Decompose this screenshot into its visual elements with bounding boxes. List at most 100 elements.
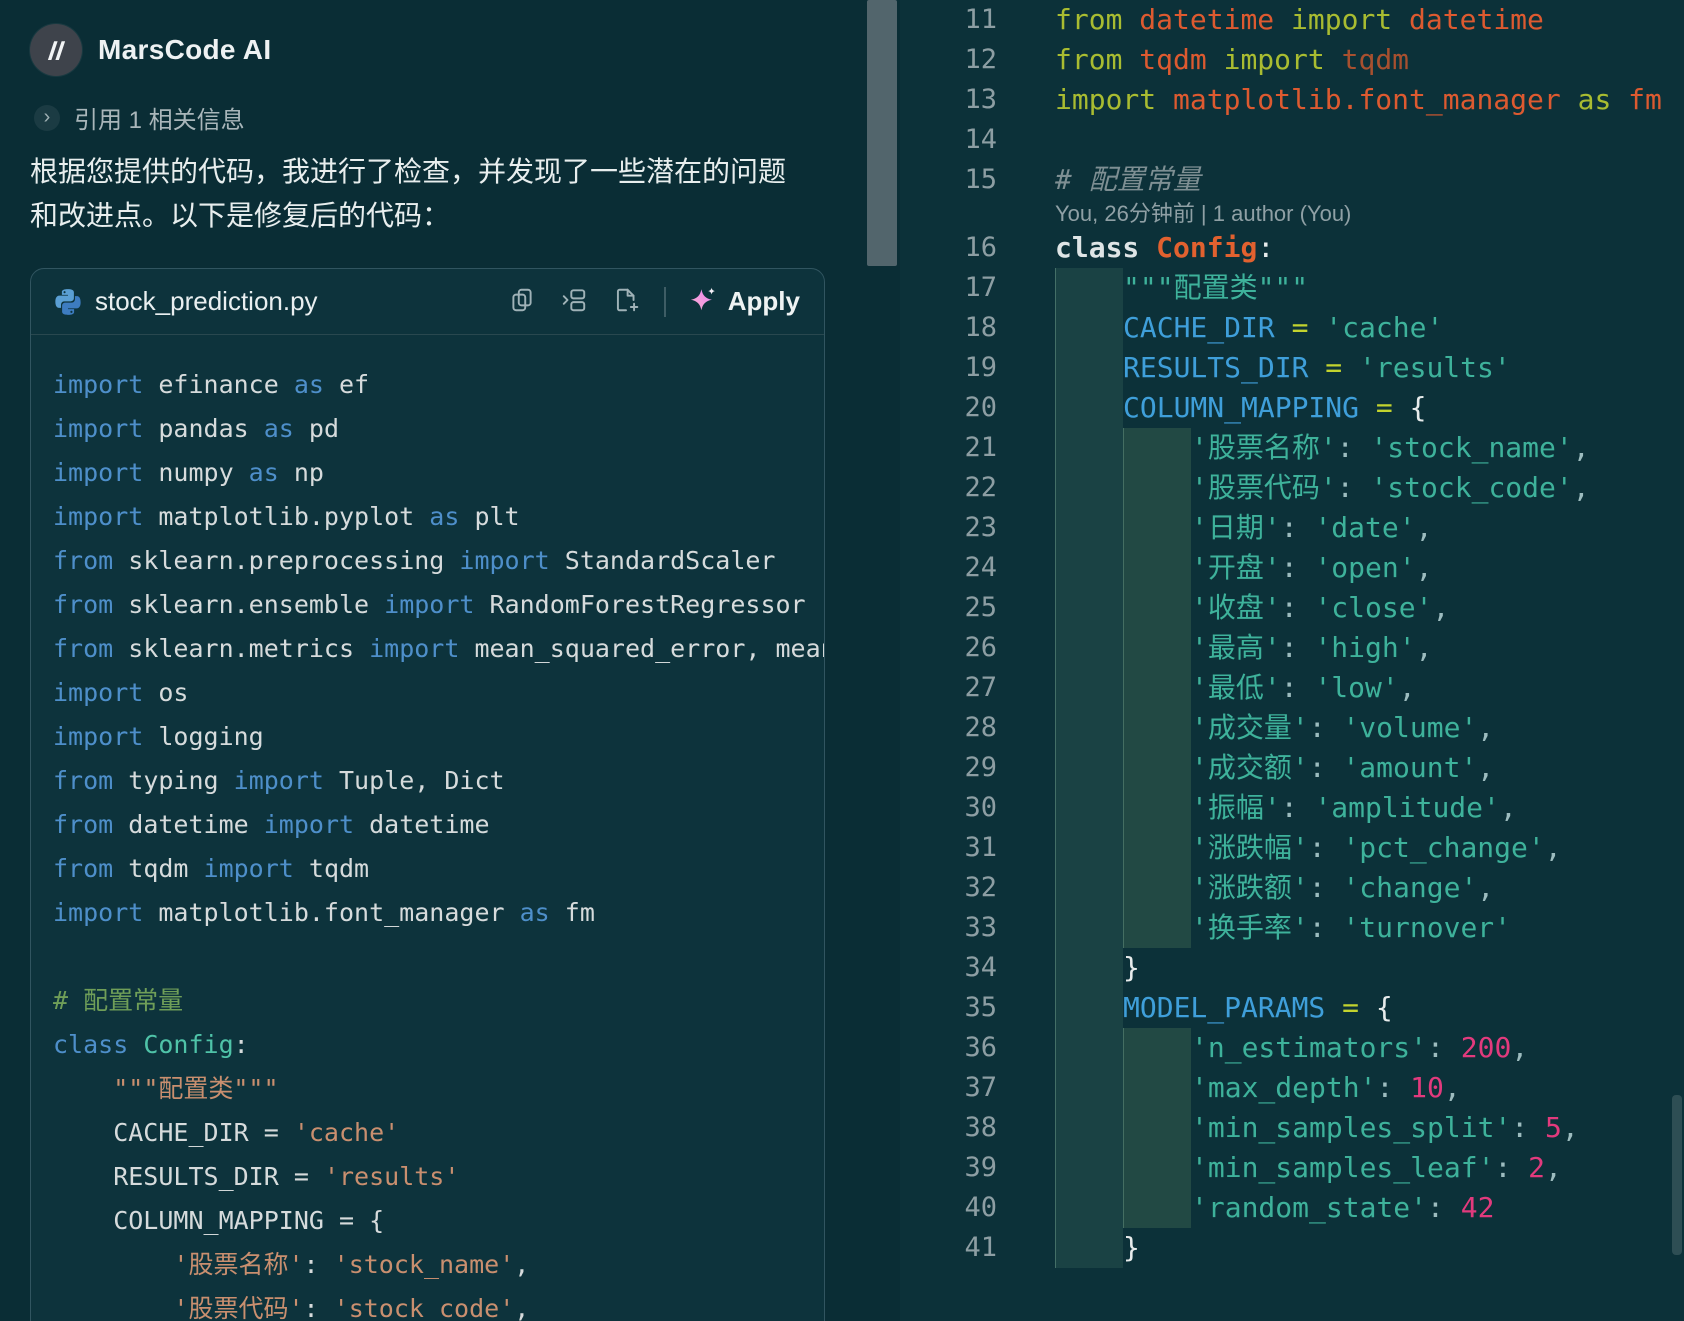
indent-guide: [1055, 1148, 1123, 1188]
insert-into-editor-button[interactable]: [560, 286, 588, 317]
editor-line: 36'n_estimators': 200,: [900, 1028, 1684, 1068]
indent-guide: [1123, 1108, 1191, 1148]
indent-guide: [1055, 748, 1123, 788]
editor-line: 29'成交额': 'amount',: [900, 748, 1684, 788]
copy-button[interactable]: [508, 286, 536, 317]
indent-guide: [1055, 548, 1123, 588]
line-number[interactable]: 31: [900, 828, 1055, 868]
line-number[interactable]: 32: [900, 868, 1055, 908]
editor-line: 28'成交量': 'volume',: [900, 708, 1684, 748]
apply-button[interactable]: Apply: [688, 285, 800, 318]
chat-scrollbar[interactable]: [867, 0, 897, 266]
line-number[interactable]: 35: [900, 988, 1055, 1028]
code-line: import numpy as np: [53, 451, 824, 495]
python-file-icon: [53, 287, 83, 317]
editor-line: 20COLUMN_MAPPING = {: [900, 388, 1684, 428]
line-number[interactable]: 33: [900, 908, 1055, 948]
editor-line: 11from datetime import datetime: [900, 0, 1684, 40]
editor-line: 12from tqdm import tqdm: [900, 40, 1684, 80]
editor-scrollbar[interactable]: [1672, 1095, 1682, 1255]
code-line: class Config:: [53, 1023, 824, 1067]
line-number[interactable]: 15: [900, 160, 1055, 200]
indent-guide: [1123, 748, 1191, 788]
indent-guide: [1123, 868, 1191, 908]
code-line: RESULTS_DIR = 'results': [53, 1155, 824, 1199]
editor-line: 31'涨跌幅': 'pct_change',: [900, 828, 1684, 868]
insert-into-editor-icon: [560, 286, 588, 317]
line-number[interactable]: 26: [900, 628, 1055, 668]
editor-line: 24'开盘': 'open',: [900, 548, 1684, 588]
code-line: CACHE_DIR = 'cache': [53, 1111, 824, 1155]
line-number[interactable]: 22: [900, 468, 1055, 508]
line-number[interactable]: 29: [900, 748, 1055, 788]
assistant-header: MarsCode AI: [30, 24, 271, 76]
line-number[interactable]: 18: [900, 308, 1055, 348]
citation-toggle[interactable]: › 引用 1 相关信息: [34, 100, 245, 135]
line-number[interactable]: 16: [900, 228, 1055, 268]
line-number[interactable]: 14: [900, 120, 1055, 160]
line-number[interactable]: 25: [900, 588, 1055, 628]
line-number[interactable]: 19: [900, 348, 1055, 388]
indent-guide: [1123, 428, 1191, 468]
code-line: [53, 935, 824, 979]
code-line: from sklearn.metrics import mean_squared…: [53, 627, 824, 671]
editor-line: 39'min_samples_leaf': 2,: [900, 1148, 1684, 1188]
line-number[interactable]: 28: [900, 708, 1055, 748]
citation-label: 引用 1 相关信息: [74, 100, 245, 135]
editor-line: 23'日期': 'date',: [900, 508, 1684, 548]
indent-guide: [1123, 908, 1191, 948]
indent-guide: [1055, 1108, 1123, 1148]
line-number[interactable]: 13: [900, 80, 1055, 120]
indent-guide: [1055, 988, 1123, 1028]
line-number[interactable]: 23: [900, 508, 1055, 548]
line-number[interactable]: 39: [900, 1148, 1055, 1188]
code-line: import os: [53, 671, 824, 715]
line-number[interactable]: 24: [900, 548, 1055, 588]
indent-guide: [1055, 908, 1123, 948]
code-line: COLUMN_MAPPING = {: [53, 1199, 824, 1243]
indent-guide: [1123, 828, 1191, 868]
indent-guide: [1055, 668, 1123, 708]
line-number[interactable]: 41: [900, 1228, 1055, 1268]
indent-guide: [1055, 388, 1123, 428]
code-line: import efinance as ef: [53, 363, 824, 407]
line-number[interactable]: 38: [900, 1108, 1055, 1148]
assistant-message: 根据您提供的代码，我进行了检查，并发现了一些潜在的问题和改进点。以下是修复后的代…: [30, 150, 800, 238]
line-number[interactable]: 34: [900, 948, 1055, 988]
line-number[interactable]: 17: [900, 268, 1055, 308]
git-blame-annotation: You, 26分钟前 | 1 author (You): [1055, 200, 1684, 228]
editor-line: 32'涨跌额': 'change',: [900, 868, 1684, 908]
editor-line: 34}: [900, 948, 1684, 988]
indent-guide: [1055, 788, 1123, 828]
line-number[interactable]: 11: [900, 0, 1055, 40]
create-file-button[interactable]: [612, 286, 640, 317]
indent-guide: [1055, 268, 1123, 308]
line-number[interactable]: 36: [900, 1028, 1055, 1068]
editor-line: 35MODEL_PARAMS = {: [900, 988, 1684, 1028]
code-line: """配置类""": [53, 1067, 824, 1111]
code-line: from sklearn.ensemble import RandomFores…: [53, 583, 824, 627]
editor-line: 13import matplotlib.font_manager as fm: [900, 80, 1684, 120]
indent-guide: [1123, 628, 1191, 668]
editor-line: 15# 配置常量: [900, 160, 1684, 200]
line-number[interactable]: 40: [900, 1188, 1055, 1228]
line-number[interactable]: 37: [900, 1068, 1055, 1108]
editor-line: 21'股票名称': 'stock_name',: [900, 428, 1684, 468]
copy-icon: [508, 286, 536, 317]
line-number[interactable]: 21: [900, 428, 1055, 468]
line-number[interactable]: 27: [900, 668, 1055, 708]
line-number[interactable]: 12: [900, 40, 1055, 80]
indent-guide: [1055, 828, 1123, 868]
chat-code-content: import efinance as efimport pandas as pd…: [31, 335, 824, 1321]
indent-guide: [1123, 508, 1191, 548]
code-block-filename: stock_prediction.py: [95, 286, 318, 317]
line-number[interactable]: 30: [900, 788, 1055, 828]
indent-guide: [1055, 1028, 1123, 1068]
indent-guide: [1123, 668, 1191, 708]
editor-line: 41}: [900, 1228, 1684, 1268]
indent-guide: [1123, 588, 1191, 628]
editor-line: 17"""配置类""": [900, 268, 1684, 308]
code-line: from typing import Tuple, Dict: [53, 759, 824, 803]
indent-guide: [1123, 1148, 1191, 1188]
line-number[interactable]: 20: [900, 388, 1055, 428]
